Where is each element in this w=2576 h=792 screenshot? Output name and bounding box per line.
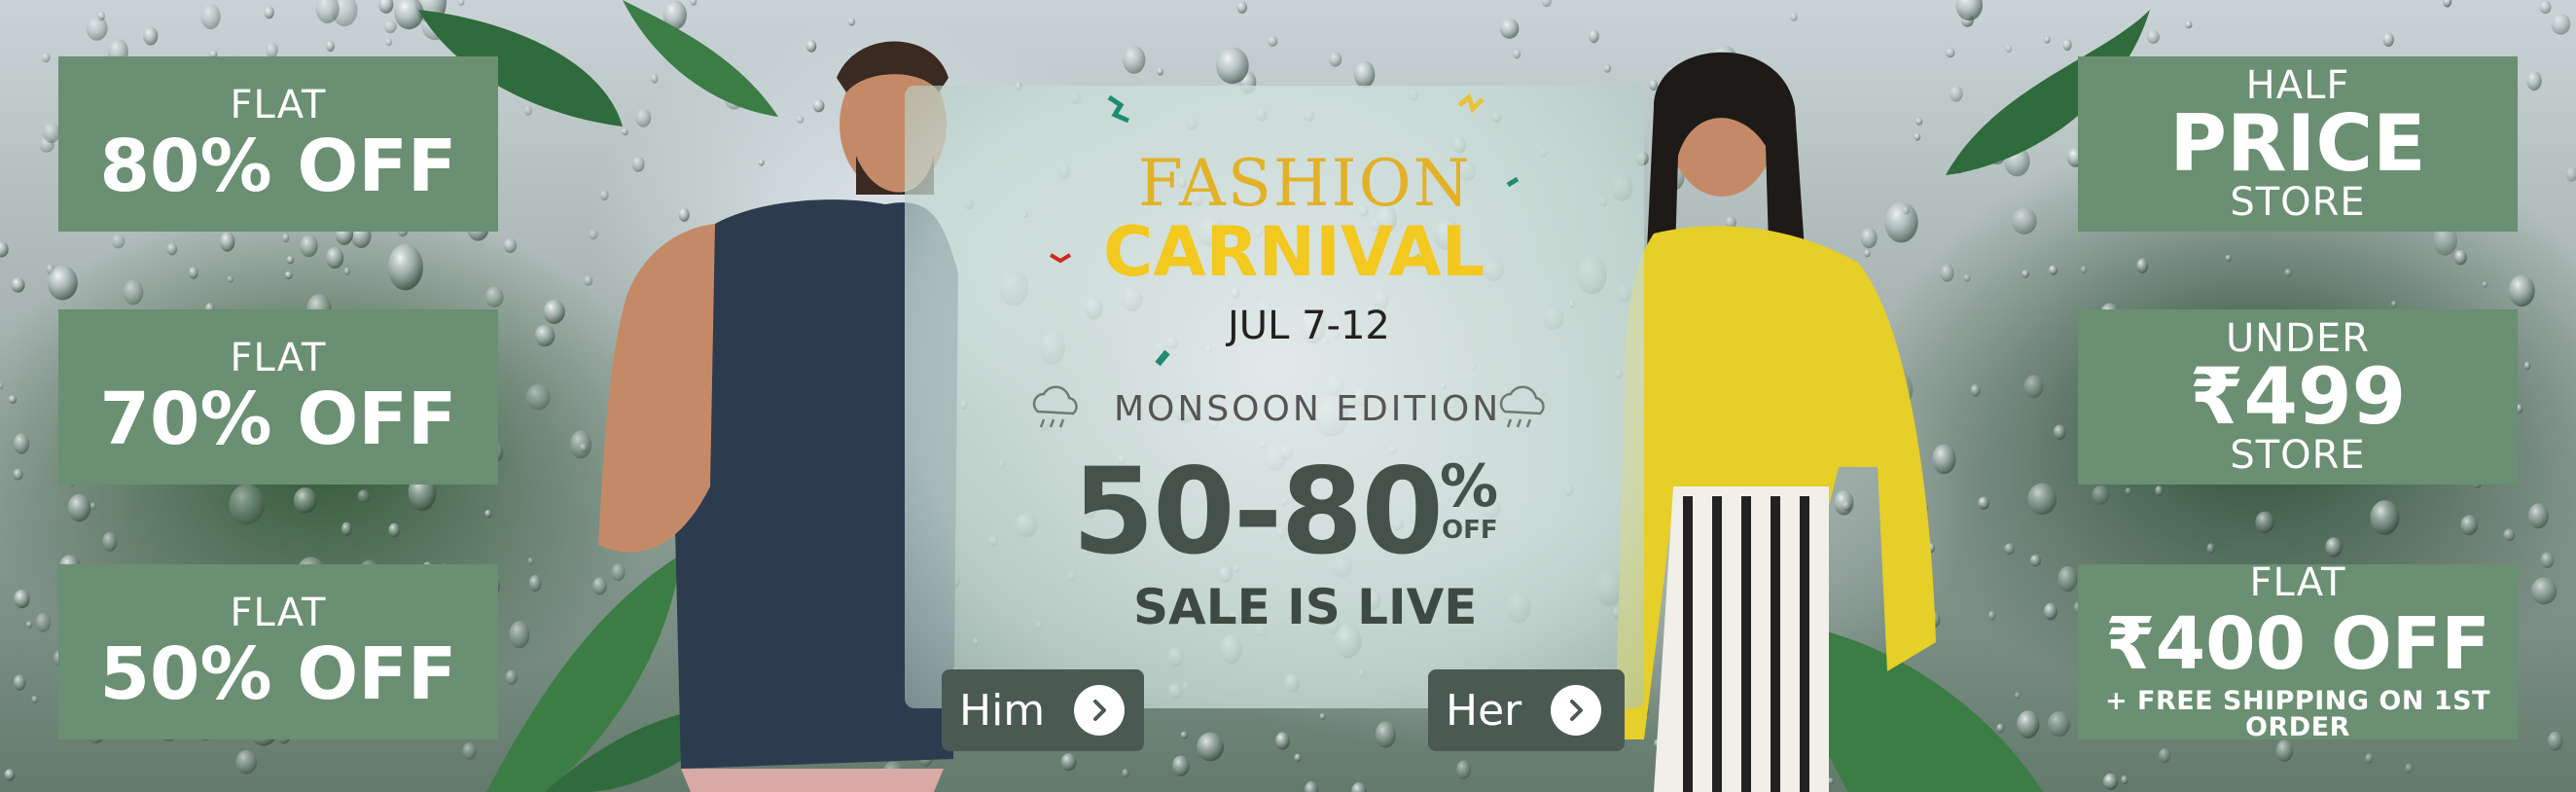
half-price-store-tile[interactable]: HALF PRICE STORE [2078, 56, 2518, 232]
tile-label: FLAT [230, 336, 327, 380]
flat-400-off-tile[interactable]: FLAT ₹400 OFF + FREE SHIPPING ON 1ST ORD… [2078, 560, 2518, 742]
tile-label: FLAT [230, 83, 327, 127]
fashion-title: FASHION [1138, 146, 1472, 221]
under-499-store-tile[interactable]: UNDER ₹499 STORE [2078, 309, 2518, 485]
flat-50-off-tile[interactable]: FLAT 50% OFF [58, 564, 498, 739]
tile-offer: 80% OFF [99, 125, 457, 208]
tile-bottom-label: STORE [2230, 433, 2366, 478]
tile-offer: ₹499 [2189, 351, 2407, 442]
tile-offer: PRICE [2169, 98, 2426, 189]
discount-range: 50-80 [1072, 443, 1444, 581]
monsoon-edition-label: MONSOON EDITION [1114, 389, 1502, 429]
rain-cloud-icon [1499, 385, 1545, 428]
free-shipping-note: + FREE SHIPPING ON 1ST ORDER [2104, 686, 2490, 742]
chevron-right-icon [1551, 685, 1602, 736]
button-label: Her [1446, 685, 1522, 736]
off-label: OFF [1442, 516, 1498, 545]
tile-offer: ₹400 OFF [2105, 602, 2490, 686]
carnival-title: CARNIVAL [1103, 212, 1485, 292]
tile-bottom-label: STORE [2230, 180, 2366, 225]
sale-dates: JUL 7-12 [1228, 304, 1390, 348]
shop-her-button[interactable]: Her [1428, 669, 1625, 751]
percent-sign: % [1440, 452, 1499, 521]
tile-label: FLAT [230, 591, 327, 635]
tile-top-label: FLAT [2249, 560, 2346, 605]
button-label: Him [959, 685, 1046, 736]
sale-is-live-label: SALE IS LIVE [1133, 579, 1478, 635]
fashion-carnival-banner[interactable]: FLAT 80% OFF FLAT 70% OFF FLAT 50% OFF H… [0, 0, 2576, 792]
shop-him-button[interactable]: Him [942, 669, 1144, 751]
flat-70-off-tile[interactable]: FLAT 70% OFF [58, 309, 498, 485]
tile-offer: 50% OFF [99, 632, 457, 716]
chevron-right-icon [1074, 685, 1126, 736]
flat-80-off-tile[interactable]: FLAT 80% OFF [58, 56, 498, 232]
tile-offer: 70% OFF [99, 378, 457, 461]
rain-cloud-icon [1032, 385, 1078, 428]
